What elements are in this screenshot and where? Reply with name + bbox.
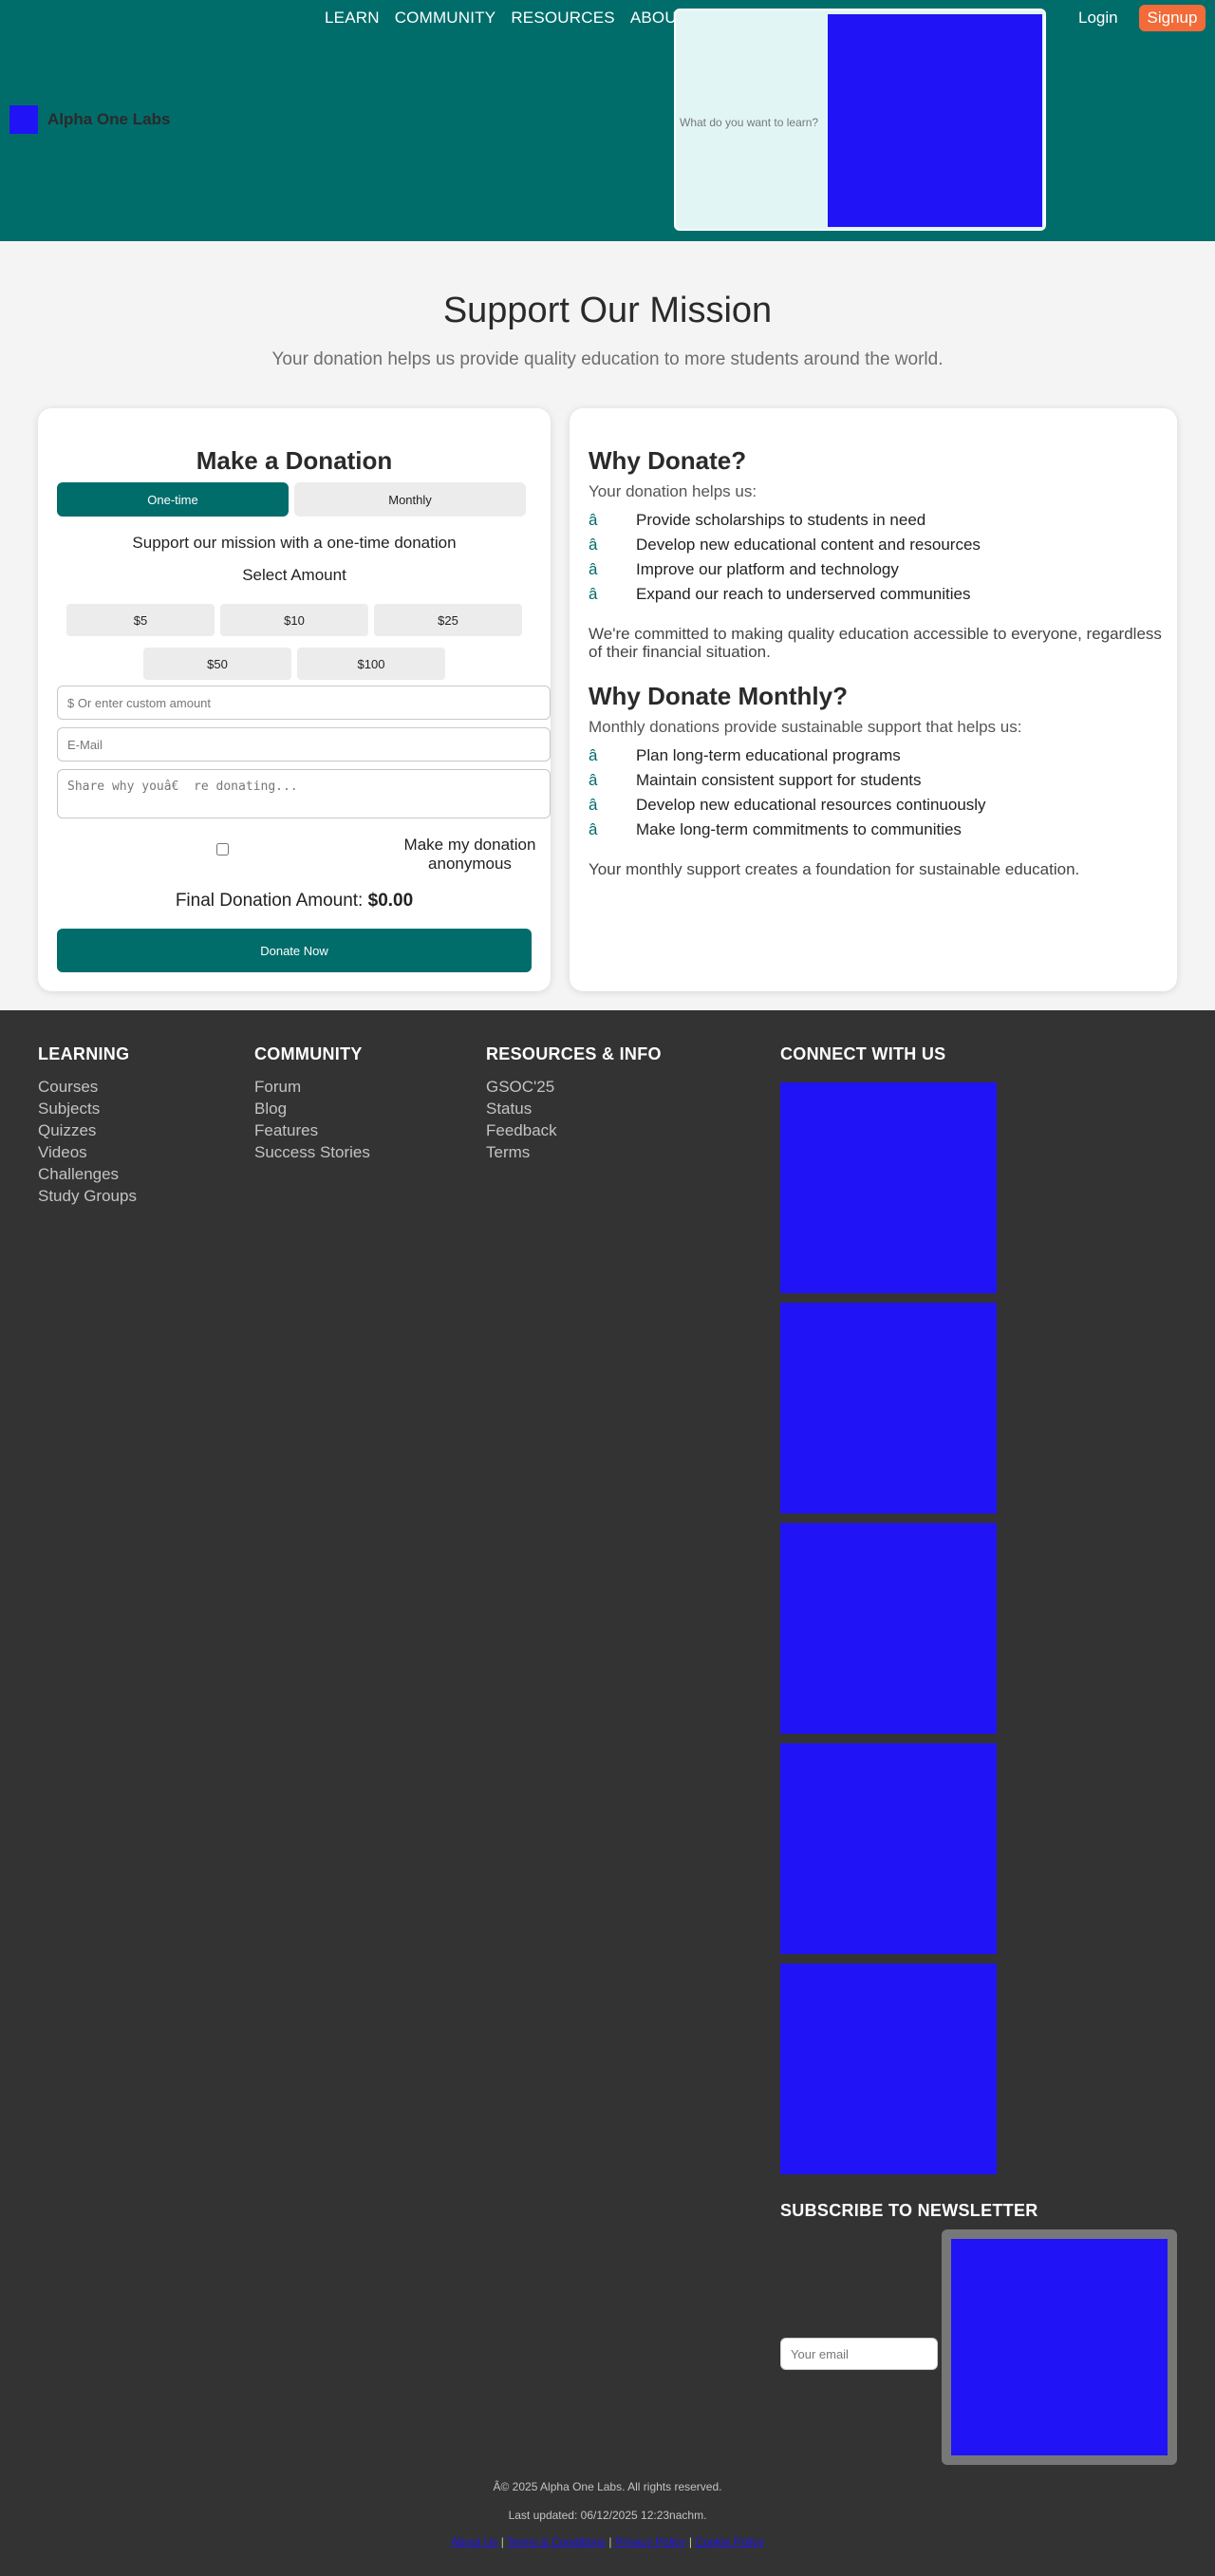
social-link-2-icon[interactable] <box>780 1303 997 1514</box>
logo-icon[interactable] <box>9 105 38 134</box>
nav-learn[interactable]: LEARN <box>325 9 380 28</box>
donate-now-button[interactable]: Donate Now <box>57 929 532 972</box>
list-item: â Plan long-term educational programs <box>589 746 986 771</box>
footer-link-challenges[interactable]: Challenges <box>38 1165 137 1187</box>
bullet-icon: â <box>589 796 598 814</box>
signup-button[interactable]: Signup <box>1139 5 1206 31</box>
footer-connect-title: CONNECT WITH US <box>780 1044 946 1063</box>
footer-link-blog[interactable]: Blog <box>254 1100 370 1121</box>
footer-resources-title: RESOURCES & INFO <box>486 1044 662 1063</box>
list-item: â Expand our reach to underserved communi… <box>589 585 981 610</box>
brand-name[interactable]: Alpha One Labs <box>47 110 170 129</box>
final-amount: Final Donation Amount: $0.00 <box>38 891 551 912</box>
bullet-icon: â <box>589 511 598 529</box>
footer-learning: LEARNING Courses Subjects Quizzes Videos… <box>38 1044 137 1209</box>
custom-amount-input[interactable] <box>57 686 551 720</box>
footer-link-success-stories[interactable]: Success Stories <box>254 1143 370 1165</box>
last-updated-text: Last updated: 06/12/2025 12:23nachm. <box>508 2509 707 2522</box>
anonymous-label: Make my donation anonymous <box>403 836 536 873</box>
donation-mission-text: Support our mission with a one-time dona… <box>132 534 457 552</box>
legal-link-terms[interactable]: Terms & Conditions <box>507 2535 606 2548</box>
list-item: â Make long-term commitments to communiti… <box>589 820 986 845</box>
footer-community: COMMUNITY Forum Blog Features Success St… <box>254 1044 370 1165</box>
why-donate-title: Why Donate? <box>589 446 747 475</box>
legal-link-privacy[interactable]: Privacy Policy <box>615 2535 686 2548</box>
footer-link-videos[interactable]: Videos <box>38 1143 137 1165</box>
main-nav: LEARN COMMUNITY RESOURCES ABOUT <box>325 9 686 28</box>
bullet-icon: â <box>589 820 598 838</box>
donation-title: Make a Donation <box>196 446 393 475</box>
info-card: Why Donate? Your donation helps us: â Pro… <box>570 408 1177 991</box>
copyright-text: Â© 2025 Alpha One Labs. All rights reser… <box>493 2480 722 2493</box>
footer-resources: RESOURCES & INFO GSOC'25 Status Feedback… <box>486 1044 662 1165</box>
legal-link-about[interactable]: About Us <box>451 2535 497 2548</box>
list-item: â Maintain consistent support for student… <box>589 771 986 796</box>
social-link-4-icon[interactable] <box>780 1743 997 1954</box>
nav-community[interactable]: COMMUNITY <box>395 9 496 28</box>
newsletter-email-input[interactable] <box>780 2338 938 2370</box>
bullet-icon: â <box>589 536 598 554</box>
footer-link-forum[interactable]: Forum <box>254 1078 370 1100</box>
amount-button-100[interactable]: $100 <box>297 648 445 680</box>
why-donate-intro: Your donation helps us: <box>589 482 757 500</box>
legal-links: About Us | Terms & Conditions | Privacy … <box>451 2535 764 2548</box>
search-box <box>674 9 1046 231</box>
final-amount-value: $0.00 <box>367 891 414 911</box>
footer-connect: CONNECT WITH US <box>780 1044 946 1078</box>
select-amount-label: Select Amount <box>242 566 346 584</box>
footer-link-quizzes[interactable]: Quizzes <box>38 1121 137 1143</box>
social-link-1-icon[interactable] <box>780 1082 997 1293</box>
footer-community-title: COMMUNITY <box>254 1044 363 1063</box>
final-amount-label: Final Donation Amount: <box>175 891 364 911</box>
page-subtitle: Your donation helps us provide quality e… <box>271 349 944 369</box>
footer-link-subjects[interactable]: Subjects <box>38 1100 137 1121</box>
footer-link-terms[interactable]: Terms <box>486 1143 662 1165</box>
amount-button-25[interactable]: $25 <box>374 604 522 636</box>
amount-button-5[interactable]: $5 <box>66 604 215 636</box>
anonymous-checkbox[interactable] <box>216 843 229 856</box>
newsletter-submit-icon <box>951 2239 1168 2455</box>
list-item: â Provide scholarships to students in nee… <box>589 511 981 536</box>
search-input[interactable] <box>680 113 828 132</box>
why-monthly-intro: Monthly donations provide sustainable su… <box>589 718 1022 736</box>
bullet-icon: â <box>589 746 598 764</box>
tab-monthly[interactable]: Monthly <box>294 482 526 517</box>
footer-link-study-groups[interactable]: Study Groups <box>38 1187 137 1209</box>
why-monthly-list: â Plan long-term educational programs â Ma… <box>589 746 986 845</box>
login-link[interactable]: Login <box>1078 9 1118 28</box>
tab-one-time[interactable]: One-time <box>57 482 289 517</box>
footer-link-courses[interactable]: Courses <box>38 1078 137 1100</box>
why-donate-list: â Provide scholarships to students in nee… <box>589 511 981 610</box>
footer-link-feedback[interactable]: Feedback <box>486 1121 662 1143</box>
message-textarea[interactable] <box>57 769 551 818</box>
amount-button-10[interactable]: $10 <box>220 604 368 636</box>
why-monthly-closing: Your monthly support creates a foundatio… <box>589 860 1080 878</box>
site-footer: LEARNING Courses Subjects Quizzes Videos… <box>0 1010 1215 2576</box>
footer-link-features[interactable]: Features <box>254 1121 370 1143</box>
search-button[interactable] <box>828 14 1042 227</box>
page-title: Support Our Mission <box>442 291 773 330</box>
site-header: Alpha One Labs LEARN COMMUNITY RESOURCES… <box>0 0 1215 241</box>
donation-card: Make a Donation One-time Monthly Support… <box>38 408 551 991</box>
footer-link-status[interactable]: Status <box>486 1100 662 1121</box>
list-item: â Develop new educational content and res… <box>589 536 981 560</box>
footer-link-gsoc[interactable]: GSOC'25 <box>486 1078 662 1100</box>
footer-learning-title: LEARNING <box>38 1044 130 1063</box>
bullet-icon: â <box>589 585 598 603</box>
newsletter-title: SUBSCRIBE TO NEWSLETTER <box>780 2201 1038 2220</box>
bullet-icon: â <box>589 771 598 789</box>
amount-button-50[interactable]: $50 <box>143 648 291 680</box>
newsletter-submit-button[interactable] <box>942 2229 1177 2465</box>
list-item: â Improve our platform and technology <box>589 560 981 585</box>
social-link-3-icon[interactable] <box>780 1523 997 1734</box>
social-link-5-icon[interactable] <box>780 1964 997 2174</box>
bullet-icon: â <box>589 560 598 578</box>
legal-link-cookie[interactable]: Cookie Policy <box>695 2535 764 2548</box>
list-item: â Develop new educational resources conti… <box>589 796 986 820</box>
nav-resources[interactable]: RESOURCES <box>511 9 615 28</box>
email-field[interactable] <box>57 727 551 762</box>
why-donate-closing: We're committed to making quality educat… <box>589 625 1162 661</box>
why-monthly-title: Why Donate Monthly? <box>589 682 848 710</box>
